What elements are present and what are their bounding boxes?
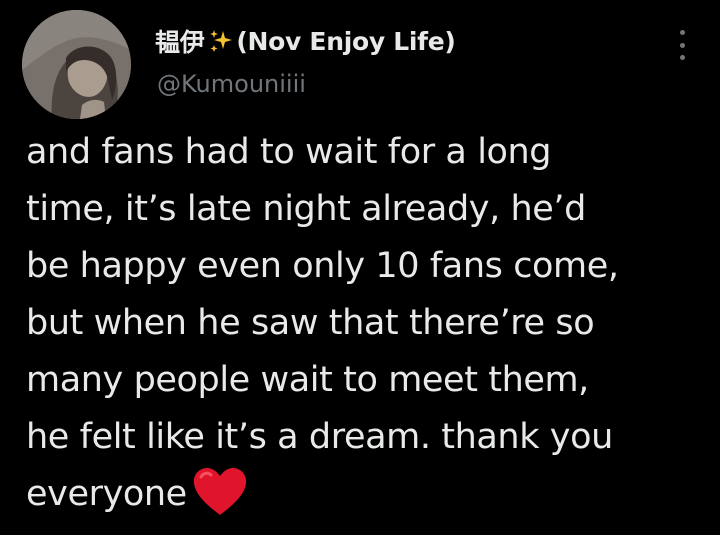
tweet-text-last-line: everyone [26,466,706,523]
display-name-suffix: (Nov Enjoy Life) [236,26,456,56]
more-dot [679,42,685,48]
user-handle[interactable]: @Kumouniiii [157,70,306,98]
tweet-text: and fans had to wait for a long time, it… [26,124,706,523]
tweet[interactable]: 韫伊 (Nov Enjoy Life) @Kumouniiii and fans… [0,0,720,528]
tweet-text-line: many people wait to meet them, [26,360,589,400]
tweet-text-line: be happy even only 10 fans come, [26,246,619,286]
tweet-text-line: and fans had to wait for a long [26,132,552,172]
sparkles-icon [208,28,234,54]
more-options-icon[interactable] [672,30,692,60]
tweet-text-line: time, it’s late night already, he’d [26,189,586,229]
red-heart-icon [191,467,249,517]
display-name-row[interactable]: 韫伊 (Nov Enjoy Life) [155,23,456,59]
avatar[interactable] [22,10,131,119]
tweet-text-line: everyone [26,474,187,514]
tweet-text-line: but when he saw that there’re so [26,303,595,343]
display-name-prefix: 韫伊 [155,28,205,57]
more-dot [679,30,685,35]
more-dot [679,55,685,60]
tweet-text-line: he felt like it’s a dream. thank you [26,417,613,457]
